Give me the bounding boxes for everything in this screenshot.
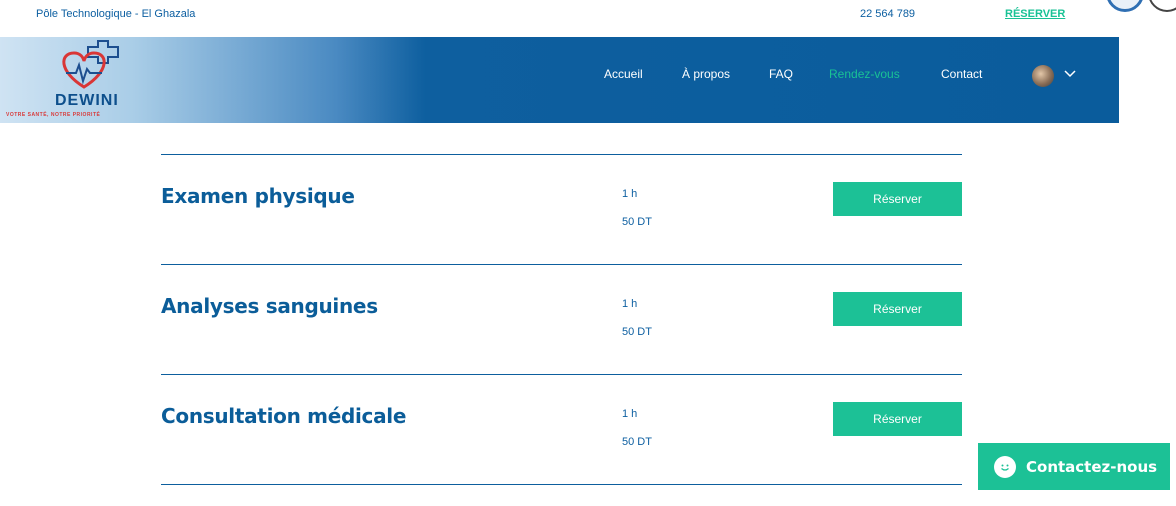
social-icon[interactable]	[1106, 0, 1144, 12]
service-duration: 1 h	[622, 298, 638, 310]
chevron-down-icon[interactable]	[1063, 66, 1077, 80]
divider	[161, 154, 962, 155]
nav-item-accueil[interactable]: Accueil	[604, 67, 643, 81]
service-price: 50 DT	[622, 326, 652, 338]
location-text: Pôle Technologique - El Ghazala	[36, 8, 196, 20]
divider	[161, 484, 962, 485]
brand-tagline: VOTRE SANTÉ, NOTRE PRIORITÉ	[6, 112, 101, 118]
nav-item-a-propos[interactable]: À propos	[682, 67, 730, 81]
nav-item-rendez-vous[interactable]: Rendez-vous	[829, 67, 900, 81]
site-logo[interactable]: DEWINI VOTRE SANTÉ, NOTRE PRIORITÉ	[0, 37, 160, 123]
contact-chat-button[interactable]: Contactez-nous	[978, 443, 1170, 490]
service-price: 50 DT	[622, 216, 652, 228]
heart-cross-icon	[62, 40, 119, 89]
service-title: Consultation médicale	[161, 404, 407, 428]
main-nav: DEWINI VOTRE SANTÉ, NOTRE PRIORITÉ Accue…	[0, 37, 1119, 123]
avatar[interactable]	[1032, 65, 1054, 87]
service-duration: 1 h	[622, 408, 638, 420]
service-price: 50 DT	[622, 436, 652, 448]
divider	[161, 264, 962, 265]
divider	[161, 374, 962, 375]
service-title: Examen physique	[161, 184, 355, 208]
service-duration: 1 h	[622, 188, 638, 200]
reserve-button[interactable]: Réserver	[833, 292, 962, 326]
service-title: Analyses sanguines	[161, 294, 378, 318]
social-icon[interactable]	[1148, 0, 1176, 12]
top-bar: Pôle Technologique - El Ghazala 22 564 7…	[0, 0, 1176, 37]
smile-chat-icon	[994, 455, 1016, 478]
phone-number[interactable]: 22 564 789	[860, 8, 915, 20]
nav-item-contact[interactable]: Contact	[941, 67, 982, 81]
brand-name: DEWINI	[55, 92, 119, 109]
reserve-button[interactable]: Réserver	[833, 402, 962, 436]
top-reserve-link[interactable]: RÉSERVER	[1005, 8, 1065, 20]
reserve-button[interactable]: Réserver	[833, 182, 962, 216]
contact-chat-label: Contactez-nous	[1026, 457, 1158, 476]
nav-item-faq[interactable]: FAQ	[769, 67, 793, 81]
